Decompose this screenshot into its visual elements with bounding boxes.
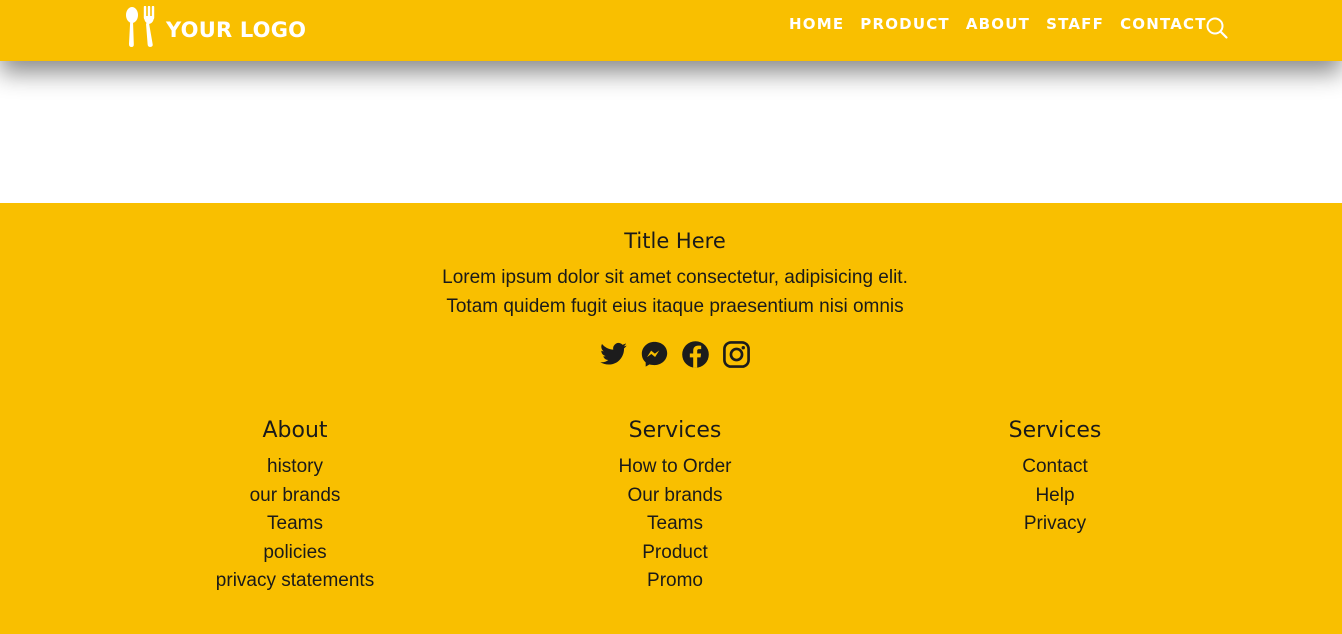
content-area bbox=[0, 61, 1342, 203]
footer-link-list: How to Order Our brands Teams Product Pr… bbox=[495, 453, 855, 596]
social-links bbox=[599, 340, 751, 369]
footer-title: Title Here bbox=[624, 229, 726, 253]
footer-list-item: Teams bbox=[495, 510, 855, 539]
footer-description-line: Totam quidem fugit eius itaque praesenti… bbox=[446, 295, 904, 317]
footer-link-promo[interactable]: Promo bbox=[647, 570, 703, 591]
nav-link-product[interactable]: PRODUCT bbox=[860, 14, 950, 34]
twitter-icon[interactable] bbox=[599, 340, 628, 369]
logo-text: YOUR LOGO bbox=[166, 18, 307, 42]
footer-link-policies[interactable]: policies bbox=[263, 542, 326, 563]
footer-list-item: Help bbox=[875, 482, 1235, 511]
messenger-icon[interactable] bbox=[640, 340, 669, 369]
footer-column-about: About history our brands Teams policies … bbox=[115, 417, 475, 596]
footer-description: Lorem ipsum dolor sit amet consectetur, … bbox=[0, 264, 1342, 321]
footer-link-list: Contact Help Privacy bbox=[875, 453, 1235, 539]
logo-link[interactable]: YOUR LOGO bbox=[124, 6, 306, 48]
footer-link-product[interactable]: Product bbox=[642, 542, 707, 563]
footer-link-teams[interactable]: Teams bbox=[647, 513, 703, 534]
navbar: YOUR LOGO HOME PRODUCT ABOUT STAFF CONTA… bbox=[0, 0, 1342, 61]
instagram-icon[interactable] bbox=[722, 340, 751, 369]
footer-list-item: history bbox=[115, 453, 475, 482]
footer-list-item: our brands bbox=[115, 482, 475, 511]
main-nav: HOME PRODUCT ABOUT STAFF CONTACT bbox=[789, 14, 1223, 34]
footer-list-item: privacy statements bbox=[115, 567, 475, 596]
facebook-icon[interactable] bbox=[681, 340, 710, 369]
footer-link-privacy[interactable]: Privacy bbox=[1024, 513, 1086, 534]
footer-link-how-to-order[interactable]: How to Order bbox=[619, 456, 732, 477]
footer-link-help[interactable]: Help bbox=[1035, 485, 1074, 506]
footer-link-list: history our brands Teams policies privac… bbox=[115, 453, 475, 596]
footer-column-heading: Services bbox=[1008, 418, 1102, 443]
footer-list-item: Promo bbox=[495, 567, 855, 596]
footer-link-privacy-statements[interactable]: privacy statements bbox=[216, 570, 374, 591]
footer-link-teams[interactable]: Teams bbox=[267, 513, 323, 534]
footer-column-services: Services How to Order Our brands Teams P… bbox=[495, 417, 855, 596]
footer-list-item: Privacy bbox=[875, 510, 1235, 539]
nav-link-staff[interactable]: STAFF bbox=[1046, 14, 1104, 34]
footer-list-item: Product bbox=[495, 539, 855, 568]
search-icon[interactable] bbox=[1205, 16, 1229, 40]
footer-list-item: policies bbox=[115, 539, 475, 568]
nav-link-home[interactable]: HOME bbox=[789, 14, 844, 34]
footer-list-item: Teams bbox=[115, 510, 475, 539]
cutlery-icon bbox=[126, 6, 155, 47]
footer-description-line: Lorem ipsum dolor sit amet consectetur, … bbox=[442, 267, 908, 288]
nav-link-contact[interactable]: CONTACT bbox=[1120, 14, 1207, 34]
footer-link-our-brands[interactable]: our brands bbox=[250, 485, 341, 506]
footer-link-history[interactable]: history bbox=[267, 456, 323, 477]
nav-link-about[interactable]: ABOUT bbox=[966, 14, 1030, 34]
footer-link-contact[interactable]: Contact bbox=[1022, 456, 1087, 477]
footer-list-item: How to Order bbox=[495, 453, 855, 482]
footer-list-item: Our brands bbox=[495, 482, 855, 511]
footer-column-heading: About bbox=[262, 418, 328, 443]
footer-list-item: Contact bbox=[875, 453, 1235, 482]
footer-column-services-2: Services Contact Help Privacy bbox=[875, 417, 1235, 539]
footer-column-heading: Services bbox=[628, 418, 722, 443]
footer-link-our-brands[interactable]: Our brands bbox=[627, 485, 722, 506]
footer: Title Here Lorem ipsum dolor sit amet co… bbox=[0, 203, 1342, 634]
